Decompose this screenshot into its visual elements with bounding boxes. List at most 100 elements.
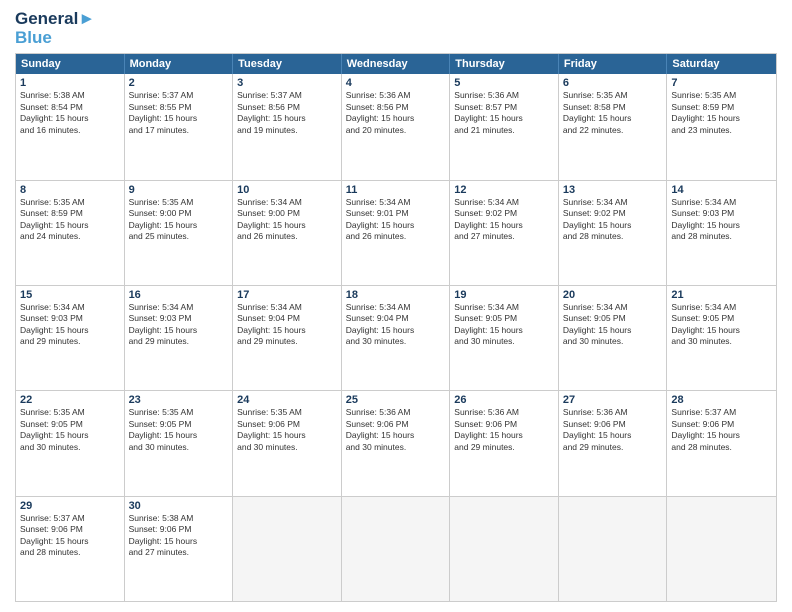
calendar-cell bbox=[667, 497, 776, 601]
day-number: 10 bbox=[237, 184, 337, 196]
calendar-cell bbox=[233, 497, 342, 601]
calendar-body: 1Sunrise: 5:38 AM Sunset: 8:54 PM Daylig… bbox=[16, 74, 776, 601]
day-number: 15 bbox=[20, 289, 120, 301]
day-number: 18 bbox=[346, 289, 446, 301]
day-number: 2 bbox=[129, 77, 229, 89]
calendar-cell: 22Sunrise: 5:35 AM Sunset: 9:05 PM Dayli… bbox=[16, 391, 125, 495]
calendar-week: 22 Sunrise: 5:35 AM Sunset: 9:05 PM Dayli… bbox=[16, 390, 776, 495]
weekday-header: Friday bbox=[559, 54, 668, 74]
day-number: 19 bbox=[454, 289, 554, 301]
cell-text: Sunrise: 5:36 AM Sunset: 8:57 PM Dayligh… bbox=[454, 90, 554, 136]
calendar-cell: 28Sunrise: 5:37 AM Sunset: 9:06 PM Dayli… bbox=[667, 391, 776, 495]
day-number: 25 bbox=[346, 394, 446, 406]
cell-text: Sunrise: 5:37 AM Sunset: 9:06 PM Dayligh… bbox=[671, 407, 772, 453]
cell-text: Sunrise: 5:34 AM Sunset: 9:01 PM Dayligh… bbox=[346, 197, 446, 243]
calendar-cell: 4Sunrise: 5:36 AM Sunset: 8:56 PM Daylig… bbox=[342, 74, 451, 179]
cell-text: Sunrise: 5:34 AM Sunset: 9:00 PM Dayligh… bbox=[237, 197, 337, 243]
cell-text: Sunrise: 5:37 AM Sunset: 8:55 PM Dayligh… bbox=[129, 90, 229, 136]
cell-text: Sunrise: 5:37 AM Sunset: 9:06 PM Dayligh… bbox=[20, 513, 120, 559]
calendar-cell: 15Sunrise: 5:34 AM Sunset: 9:03 PM Dayli… bbox=[16, 286, 125, 390]
cell-text: Sunrise: 5:38 AM Sunset: 8:54 PM Dayligh… bbox=[20, 90, 120, 136]
cell-text: Sunrise: 5:35 AM Sunset: 9:05 PM Dayligh… bbox=[129, 407, 229, 453]
cell-text: Sunrise: 5:34 AM Sunset: 9:04 PM Dayligh… bbox=[237, 302, 337, 348]
cell-text: Sunrise: 5:35 AM Sunset: 8:59 PM Dayligh… bbox=[20, 197, 120, 243]
calendar-week: 8Sunrise: 5:35 AM Sunset: 8:59 PM Daylig… bbox=[16, 180, 776, 285]
day-number: 30 bbox=[129, 500, 229, 512]
calendar-week: 15Sunrise: 5:34 AM Sunset: 9:03 PM Dayli… bbox=[16, 285, 776, 390]
cell-text: Sunrise: 5:36 AM Sunset: 9:06 PM Dayligh… bbox=[454, 407, 554, 453]
day-number: 1 bbox=[20, 77, 120, 89]
day-number: 14 bbox=[671, 184, 772, 196]
calendar-cell: 8Sunrise: 5:35 AM Sunset: 8:59 PM Daylig… bbox=[16, 181, 125, 285]
calendar-cell: 25Sunrise: 5:36 AM Sunset: 9:06 PM Dayli… bbox=[342, 391, 451, 495]
weekday-header: Wednesday bbox=[342, 54, 451, 74]
calendar-week: 1Sunrise: 5:38 AM Sunset: 8:54 PM Daylig… bbox=[16, 74, 776, 179]
day-number: 20 bbox=[563, 289, 663, 301]
cell-text: Sunrise: 5:34 AM Sunset: 9:02 PM Dayligh… bbox=[454, 197, 554, 243]
calendar-cell: 10Sunrise: 5:34 AM Sunset: 9:00 PM Dayli… bbox=[233, 181, 342, 285]
cell-text: Sunrise: 5:34 AM Sunset: 9:03 PM Dayligh… bbox=[129, 302, 229, 348]
cell-text: Sunrise: 5:34 AM Sunset: 9:02 PM Dayligh… bbox=[563, 197, 663, 243]
calendar-cell: 27Sunrise: 5:36 AM Sunset: 9:06 PM Dayli… bbox=[559, 391, 668, 495]
calendar-cell: 14Sunrise: 5:34 AM Sunset: 9:03 PM Dayli… bbox=[667, 181, 776, 285]
calendar-page: General► Blue SundayMondayTuesdayWednesd… bbox=[0, 0, 792, 612]
cell-text: Sunrise: 5:34 AM Sunset: 9:03 PM Dayligh… bbox=[20, 302, 120, 348]
day-number: 21 bbox=[671, 289, 772, 301]
calendar-cell: 26Sunrise: 5:36 AM Sunset: 9:06 PM Dayli… bbox=[450, 391, 559, 495]
calendar-cell: 1Sunrise: 5:38 AM Sunset: 8:54 PM Daylig… bbox=[16, 74, 125, 179]
logo: General► Blue bbox=[15, 10, 95, 47]
calendar-cell: 13Sunrise: 5:34 AM Sunset: 9:02 PM Dayli… bbox=[559, 181, 668, 285]
day-number: 6 bbox=[563, 77, 663, 89]
day-number: 3 bbox=[237, 77, 337, 89]
calendar-cell: 18Sunrise: 5:34 AM Sunset: 9:04 PM Dayli… bbox=[342, 286, 451, 390]
cell-text: Sunrise: 5:34 AM Sunset: 9:03 PM Dayligh… bbox=[671, 197, 772, 243]
calendar-cell: 21Sunrise: 5:34 AM Sunset: 9:05 PM Dayli… bbox=[667, 286, 776, 390]
weekday-header: Monday bbox=[125, 54, 234, 74]
calendar-header: SundayMondayTuesdayWednesdayThursdayFrid… bbox=[16, 54, 776, 74]
calendar-cell: 6Sunrise: 5:35 AM Sunset: 8:58 PM Daylig… bbox=[559, 74, 668, 179]
day-number: 29 bbox=[20, 500, 120, 512]
header: General► Blue bbox=[15, 10, 777, 47]
calendar-cell: 9Sunrise: 5:35 AM Sunset: 9:00 PM Daylig… bbox=[125, 181, 234, 285]
calendar-cell: 19Sunrise: 5:34 AM Sunset: 9:05 PM Dayli… bbox=[450, 286, 559, 390]
weekday-header: Tuesday bbox=[233, 54, 342, 74]
weekday-header: Saturday bbox=[667, 54, 776, 74]
day-number: 23 bbox=[129, 394, 229, 406]
cell-text: Sunrise: 5:35 AM Sunset: 9:00 PM Dayligh… bbox=[129, 197, 229, 243]
cell-text: Sunrise: 5:36 AM Sunset: 8:56 PM Dayligh… bbox=[346, 90, 446, 136]
calendar-cell: 29Sunrise: 5:37 AM Sunset: 9:06 PM Dayli… bbox=[16, 497, 125, 601]
day-number: 26 bbox=[454, 394, 554, 406]
day-number: 17 bbox=[237, 289, 337, 301]
day-number: 28 bbox=[671, 394, 772, 406]
calendar-cell bbox=[559, 497, 668, 601]
calendar-cell: 5Sunrise: 5:36 AM Sunset: 8:57 PM Daylig… bbox=[450, 74, 559, 179]
calendar-cell: 30Sunrise: 5:38 AM Sunset: 9:06 PM Dayli… bbox=[125, 497, 234, 601]
calendar-cell: 16Sunrise: 5:34 AM Sunset: 9:03 PM Dayli… bbox=[125, 286, 234, 390]
cell-text: Sunrise: 5:35 AM Sunset: 8:58 PM Dayligh… bbox=[563, 90, 663, 136]
calendar-cell: 2Sunrise: 5:37 AM Sunset: 8:55 PM Daylig… bbox=[125, 74, 234, 179]
cell-text: Sunrise: 5:36 AM Sunset: 9:06 PM Dayligh… bbox=[563, 407, 663, 453]
calendar-cell: 3Sunrise: 5:37 AM Sunset: 8:56 PM Daylig… bbox=[233, 74, 342, 179]
day-number: 16 bbox=[129, 289, 229, 301]
day-number: 22 bbox=[20, 394, 120, 406]
logo-text2: Blue bbox=[15, 29, 95, 48]
logo-text: General► bbox=[15, 10, 95, 29]
cell-text: Sunrise: 5:34 AM Sunset: 9:05 PM Dayligh… bbox=[563, 302, 663, 348]
calendar-cell: 7Sunrise: 5:35 AM Sunset: 8:59 PM Daylig… bbox=[667, 74, 776, 179]
calendar-cell: 12Sunrise: 5:34 AM Sunset: 9:02 PM Dayli… bbox=[450, 181, 559, 285]
calendar: SundayMondayTuesdayWednesdayThursdayFrid… bbox=[15, 53, 777, 602]
day-number: 7 bbox=[671, 77, 772, 89]
calendar-cell: 20Sunrise: 5:34 AM Sunset: 9:05 PM Dayli… bbox=[559, 286, 668, 390]
weekday-header: Thursday bbox=[450, 54, 559, 74]
day-number: 12 bbox=[454, 184, 554, 196]
cell-text: Sunrise: 5:36 AM Sunset: 9:06 PM Dayligh… bbox=[346, 407, 446, 453]
calendar-cell: 11Sunrise: 5:34 AM Sunset: 9:01 PM Dayli… bbox=[342, 181, 451, 285]
day-number: 11 bbox=[346, 184, 446, 196]
weekday-header: Sunday bbox=[16, 54, 125, 74]
day-number: 4 bbox=[346, 77, 446, 89]
calendar-cell bbox=[450, 497, 559, 601]
cell-text: Sunrise: 5:34 AM Sunset: 9:04 PM Dayligh… bbox=[346, 302, 446, 348]
cell-text: Sunrise: 5:35 AM Sunset: 9:06 PM Dayligh… bbox=[237, 407, 337, 453]
day-number: 8 bbox=[20, 184, 120, 196]
day-number: 13 bbox=[563, 184, 663, 196]
